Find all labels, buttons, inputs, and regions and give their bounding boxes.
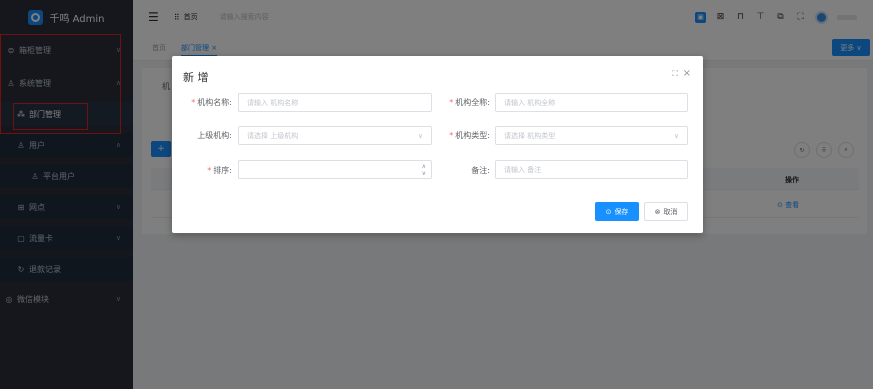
org-name-input[interactable]: 请输入 机构名称 [238, 93, 432, 112]
save-button[interactable]: ⊙ 保存 [595, 202, 639, 221]
remark-input[interactable]: 请输入 备注 [495, 160, 688, 179]
org-type-placeholder: 请选择 机构类型 [504, 131, 556, 140]
parent-org-label: 上级机构: [197, 131, 232, 140]
close-icon[interactable]: × [683, 68, 691, 79]
org-type-select[interactable]: 请选择 机构类型 ∨ [495, 126, 688, 145]
cancel-icon: ⊗ [654, 207, 661, 216]
sort-input[interactable]: ∧ ∨ [238, 160, 432, 179]
org-fullname-input[interactable]: 请输入 机构全称 [495, 93, 688, 112]
cancel-button[interactable]: ⊗ 取消 [644, 202, 688, 221]
remark-label: 备注: [471, 166, 490, 175]
org-type-label: * 机构类型: [449, 131, 490, 140]
chevron-down-icon: ∨ [673, 131, 679, 140]
cancel-label: 取消 [663, 207, 678, 216]
parent-org-select[interactable]: 请选择 上级机构 ∨ [238, 126, 432, 145]
org-name-label: * 机构名称: [191, 98, 232, 107]
save-label: 保存 [614, 207, 629, 216]
parent-org-placeholder: 请选择 上级机构 [247, 131, 299, 140]
required-mark: * [449, 98, 454, 107]
required-mark: * [207, 166, 212, 175]
save-icon: ⊙ [605, 207, 612, 216]
number-stepper-icon[interactable]: ∧ ∨ [422, 163, 426, 177]
required-mark: * [191, 98, 196, 107]
maximize-icon[interactable]: ⛶ [672, 69, 678, 79]
chevron-down-icon: ∨ [417, 131, 423, 140]
add-dialog: 新 增 ⛶ × * 机构名称: 请输入 机构名称 * 机构全称: 请输入 机构全称 … [172, 56, 703, 233]
org-fullname-label: * 机构全称: [449, 98, 490, 107]
dialog-title: 新 增 [183, 71, 209, 84]
required-mark: * [449, 131, 454, 140]
sort-label: * 排序: [207, 166, 232, 175]
